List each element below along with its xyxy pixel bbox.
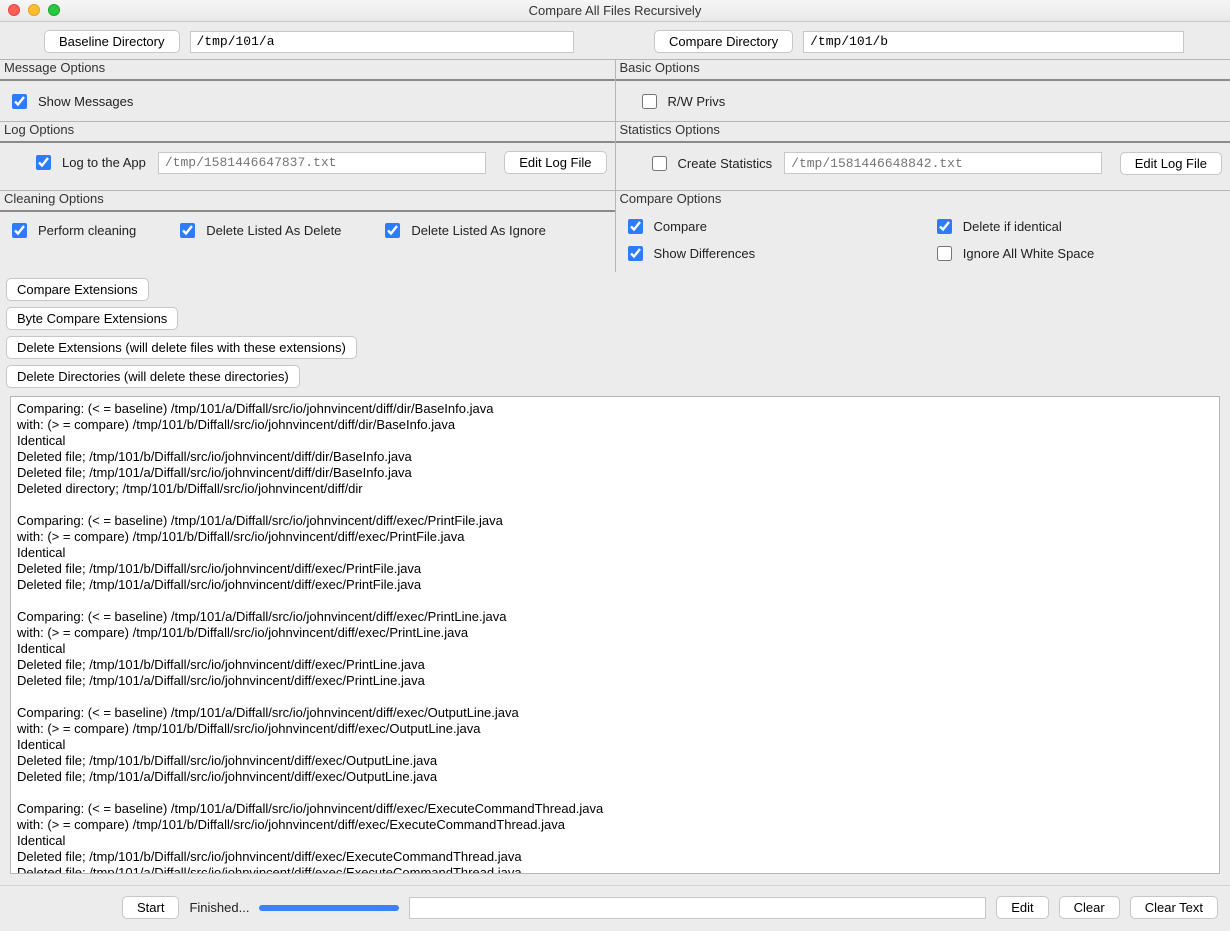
compare-directory-input[interactable] [803, 31, 1184, 53]
show-differences-label: Show Differences [654, 246, 756, 261]
progress-bar [259, 905, 399, 911]
edit-log-file-button[interactable]: Edit Log File [504, 151, 606, 174]
output-textarea[interactable] [10, 396, 1220, 874]
clear-button[interactable]: Clear [1059, 896, 1120, 919]
delete-listed-as-delete-label: Delete Listed As Delete [206, 223, 341, 238]
window-maximize-icon[interactable] [48, 4, 60, 16]
show-messages-checkbox[interactable] [12, 94, 27, 109]
log-to-app-checkbox[interactable] [36, 155, 51, 170]
window-close-icon[interactable] [8, 4, 20, 16]
window-titlebar: Compare All Files Recursively [0, 0, 1230, 22]
status-text: Finished... [189, 900, 249, 915]
delete-listed-as-delete-checkbox[interactable] [180, 223, 195, 238]
create-statistics-checkbox[interactable] [652, 156, 667, 171]
clear-text-button[interactable]: Clear Text [1130, 896, 1218, 919]
compare-label: Compare [654, 219, 707, 234]
statistics-options-title: Statistics Options [616, 122, 1230, 141]
cleaning-options-title: Cleaning Options [0, 191, 615, 210]
delete-listed-as-ignore-checkbox[interactable] [385, 223, 400, 238]
compare-checkbox[interactable] [628, 219, 643, 234]
delete-if-identical-label: Delete if identical [963, 219, 1062, 234]
log-file-path-input[interactable] [158, 152, 486, 174]
delete-extensions-button[interactable]: Delete Extensions (will delete files wit… [6, 336, 357, 359]
log-options-title: Log Options [0, 122, 615, 141]
show-messages-label: Show Messages [38, 94, 133, 109]
edit-statistics-log-file-button[interactable]: Edit Log File [1120, 152, 1222, 175]
compare-extensions-button[interactable]: Compare Extensions [6, 278, 149, 301]
show-differences-checkbox[interactable] [628, 246, 643, 261]
perform-cleaning-checkbox[interactable] [12, 223, 27, 238]
message-options-title: Message Options [0, 60, 615, 79]
baseline-directory-button[interactable]: Baseline Directory [44, 30, 180, 53]
compare-directory-button[interactable]: Compare Directory [654, 30, 793, 53]
delete-directories-button[interactable]: Delete Directories (will delete these di… [6, 365, 300, 388]
create-statistics-label: Create Statistics [678, 156, 773, 171]
window-title: Compare All Files Recursively [529, 3, 702, 18]
delete-if-identical-checkbox[interactable] [937, 219, 952, 234]
compare-options-title: Compare Options [616, 191, 1230, 210]
baseline-directory-input[interactable] [190, 31, 575, 53]
delete-listed-as-ignore-label: Delete Listed As Ignore [411, 223, 545, 238]
byte-compare-extensions-button[interactable]: Byte Compare Extensions [6, 307, 178, 330]
status-message-input[interactable] [409, 897, 986, 919]
statistics-file-path-input[interactable] [784, 152, 1102, 174]
rw-privs-label: R/W Privs [668, 94, 726, 109]
ignore-all-white-space-label: Ignore All White Space [963, 246, 1095, 261]
perform-cleaning-label: Perform cleaning [38, 223, 136, 238]
start-button[interactable]: Start [122, 896, 179, 919]
rw-privs-checkbox[interactable] [642, 94, 657, 109]
progress-fill [259, 905, 399, 911]
edit-button[interactable]: Edit [996, 896, 1048, 919]
window-minimize-icon[interactable] [28, 4, 40, 16]
log-to-app-label: Log to the App [62, 155, 146, 170]
ignore-all-white-space-checkbox[interactable] [937, 246, 952, 261]
basic-options-title: Basic Options [616, 60, 1230, 79]
